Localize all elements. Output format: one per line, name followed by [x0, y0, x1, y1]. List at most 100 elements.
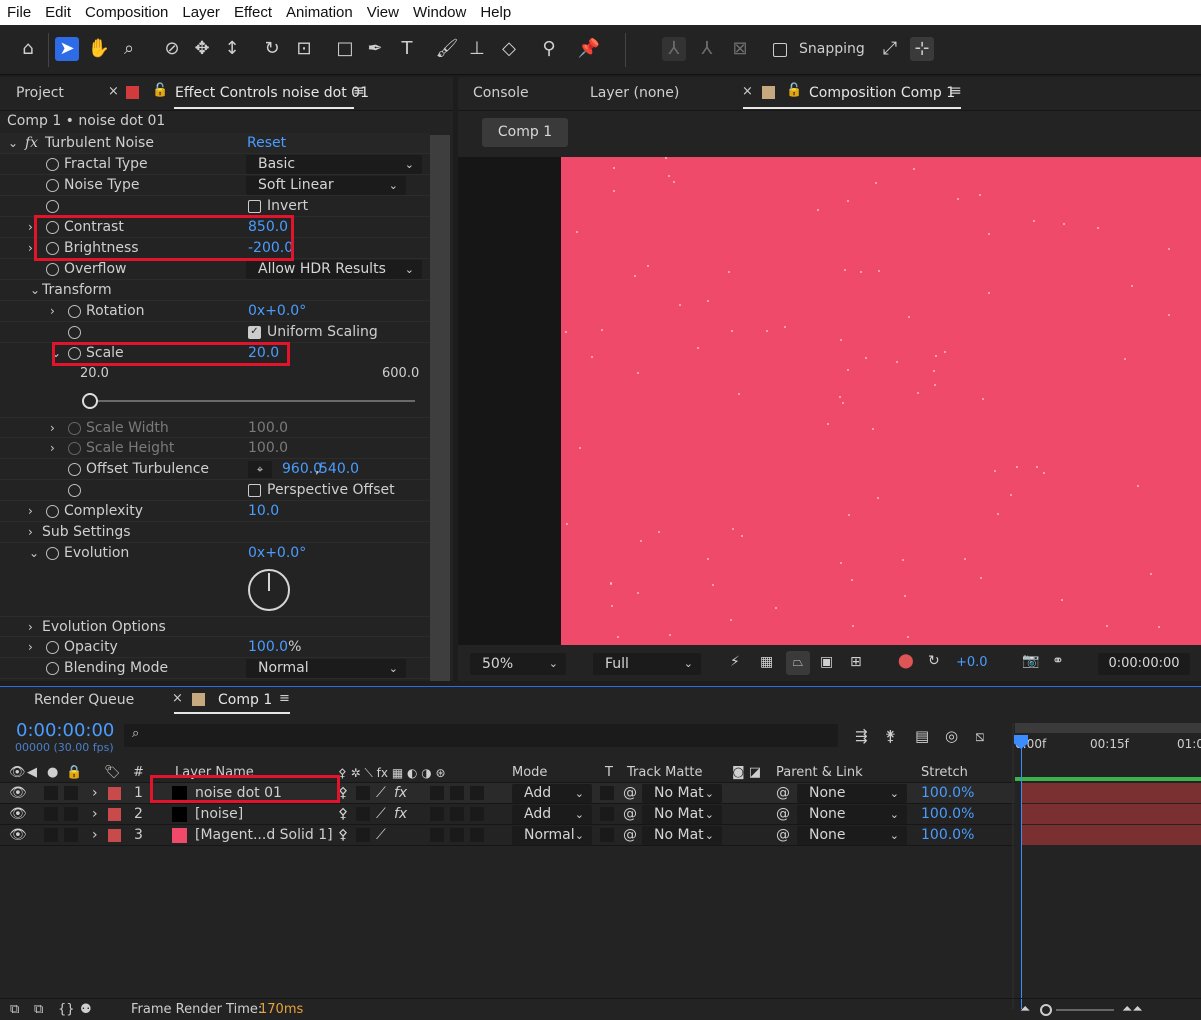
- fx-icon[interactable]: fx: [25, 133, 38, 154]
- tab-console[interactable]: Console: [473, 85, 529, 101]
- comp-flow-tab[interactable]: Comp 1: [482, 118, 568, 147]
- reset-link[interactable]: Reset: [247, 133, 286, 154]
- stopwatch-icon[interactable]: [68, 305, 81, 318]
- table-row[interactable]: 👁 › 2 [noise] ⚴ ⟋ fx Add ⌄ @ No Mat ⌄ @ No…: [0, 804, 1015, 825]
- stretch-value[interactable]: 100.0%: [921, 825, 974, 846]
- layer-duration-bar[interactable]: [1022, 804, 1201, 824]
- scrollbar[interactable]: [430, 135, 450, 681]
- timeline-timecode[interactable]: 0:00:00:00: [16, 720, 114, 741]
- mode-dropdown[interactable]: Add ⌄: [512, 805, 592, 824]
- motion-blur-icon[interactable]: ◎: [945, 727, 958, 745]
- menu-effect[interactable]: Effect: [227, 4, 279, 21]
- zoom-tool-icon[interactable]: ⌕: [117, 37, 141, 61]
- orbit-camera-icon[interactable]: ⊘: [160, 37, 184, 61]
- dolly-camera-icon[interactable]: ↕: [220, 37, 244, 61]
- switch-toggle[interactable]: [356, 786, 370, 800]
- current-time[interactable]: 0:00:00:00: [1098, 653, 1190, 675]
- parent-dropdown[interactable]: None ⌄: [797, 826, 907, 845]
- layer-search-input[interactable]: ⌕: [124, 724, 838, 747]
- zoom-slider-track[interactable]: [1056, 1009, 1114, 1011]
- stopwatch-icon[interactable]: [46, 200, 59, 213]
- layer-duration-bar[interactable]: [1022, 783, 1201, 803]
- brush-tool-icon[interactable]: 🖌: [435, 37, 459, 61]
- solo-toggle[interactable]: [44, 828, 58, 842]
- parent-pickwhip-icon[interactable]: @: [776, 825, 790, 846]
- evolution-dial[interactable]: [248, 569, 290, 611]
- region-of-interest-icon[interactable]: ▣: [820, 654, 833, 670]
- exposure-value[interactable]: +0.0: [956, 655, 988, 670]
- tab-layer[interactable]: Layer (none): [590, 85, 679, 101]
- menu-help[interactable]: Help: [473, 4, 518, 21]
- lock-toggle[interactable]: [64, 807, 78, 821]
- switch-toggle[interactable]: [450, 807, 464, 821]
- lock-toggle[interactable]: [64, 828, 78, 842]
- menu-layer[interactable]: Layer: [175, 4, 227, 21]
- table-row[interactable]: 👁 › 3 [Magent...d Solid 1] ⚴ ⟋ Normal ⌄ @…: [0, 825, 1015, 846]
- switch-toggle[interactable]: [470, 828, 484, 842]
- solo-toggle[interactable]: [44, 786, 58, 800]
- resolution-dropdown[interactable]: Full ⌄: [593, 653, 701, 675]
- playhead-line[interactable]: [1021, 737, 1022, 1009]
- pickwhip-icon[interactable]: @: [623, 783, 637, 804]
- layer-name[interactable]: [noise]: [195, 804, 243, 825]
- home-icon[interactable]: ⌂: [16, 37, 40, 61]
- fx-icon[interactable]: fx: [394, 783, 407, 804]
- type-tool-icon[interactable]: T: [395, 37, 419, 61]
- tab-render-queue[interactable]: Render Queue: [34, 692, 134, 708]
- expand-arrow-icon[interactable]: ›: [92, 825, 98, 846]
- tab-comp[interactable]: Comp 1: [218, 692, 272, 708]
- preserve-transparency-toggle[interactable]: [600, 807, 614, 821]
- tab-project[interactable]: Project: [16, 85, 64, 101]
- track-matte-dropdown[interactable]: No Mat ⌄: [642, 784, 722, 803]
- comp-mini-flowchart-icon[interactable]: ⇶: [855, 727, 868, 745]
- menu-composition[interactable]: Composition: [78, 4, 175, 21]
- pan-behind-icon[interactable]: ⊡: [292, 37, 316, 61]
- toggle-render-time-icon[interactable]: ⚉: [80, 999, 92, 1020]
- zoom-slider-thumb[interactable]: [1040, 1004, 1052, 1016]
- solo-toggle[interactable]: [44, 807, 58, 821]
- preserve-transparency-toggle[interactable]: [600, 786, 614, 800]
- track-matte-dropdown[interactable]: No Mat ⌄: [642, 826, 722, 845]
- stopwatch-icon[interactable]: [68, 326, 81, 339]
- lock-icon[interactable]: 🔓: [152, 83, 168, 98]
- panel-menu-icon[interactable]: ≡: [353, 83, 365, 99]
- selection-tool-icon[interactable]: ➤: [55, 37, 79, 61]
- fractal-type-dropdown[interactable]: Basic ⌄: [246, 155, 422, 174]
- stopwatch-icon[interactable]: [68, 463, 81, 476]
- scale-slider-thumb[interactable]: [82, 393, 98, 409]
- stopwatch-icon[interactable]: [46, 641, 59, 654]
- reset-exposure-icon[interactable]: ↻: [928, 653, 940, 669]
- toggle-in-out-icon[interactable]: {}: [58, 999, 75, 1020]
- fx-icon[interactable]: fx: [394, 804, 407, 825]
- rotation-tool-icon[interactable]: ↻: [260, 37, 284, 61]
- menu-edit[interactable]: Edit: [38, 4, 78, 21]
- switch-toggle[interactable]: [356, 828, 370, 842]
- crosshair-icon[interactable]: ⌖: [248, 461, 272, 478]
- zoom-in-icon[interactable]: ⏶⏶: [1122, 999, 1143, 1020]
- zoom-dropdown[interactable]: 50% ⌄: [470, 653, 566, 675]
- stretch-value[interactable]: 100.0%: [921, 804, 974, 825]
- panel-menu-icon[interactable]: ≡: [279, 691, 290, 706]
- expand-arrow-icon[interactable]: ›: [92, 783, 98, 804]
- rectangle-tool-icon[interactable]: □: [333, 37, 357, 61]
- axis-local-icon[interactable]: ⅄: [662, 37, 686, 61]
- hand-tool-icon[interactable]: ✋: [87, 37, 111, 61]
- composition-canvas[interactable]: [561, 157, 1201, 645]
- scale-slider-track[interactable]: [90, 400, 415, 402]
- toggle-modes-icon[interactable]: ⧉: [34, 999, 43, 1020]
- blending-mode-dropdown[interactable]: Normal ⌄: [246, 659, 406, 678]
- opacity-value[interactable]: 100.0: [248, 639, 288, 655]
- switch-toggle[interactable]: [356, 807, 370, 821]
- mask-visibility-icon[interactable]: ⏢: [786, 651, 810, 675]
- tab-composition[interactable]: Composition Comp 1: [809, 85, 955, 101]
- close-icon[interactable]: ×: [742, 84, 753, 99]
- close-icon[interactable]: ×: [172, 691, 183, 706]
- noise-type-dropdown[interactable]: Soft Linear ⌄: [246, 176, 406, 195]
- puppet-pin-icon[interactable]: 📌: [577, 37, 601, 61]
- eraser-tool-icon[interactable]: ◇: [497, 37, 521, 61]
- switch-toggle[interactable]: [470, 786, 484, 800]
- switch-toggle[interactable]: [430, 828, 444, 842]
- panel-menu-icon[interactable]: ≡: [950, 83, 962, 99]
- overflow-dropdown[interactable]: Allow HDR Results ⌄: [246, 260, 422, 279]
- menu-window[interactable]: Window: [406, 4, 473, 21]
